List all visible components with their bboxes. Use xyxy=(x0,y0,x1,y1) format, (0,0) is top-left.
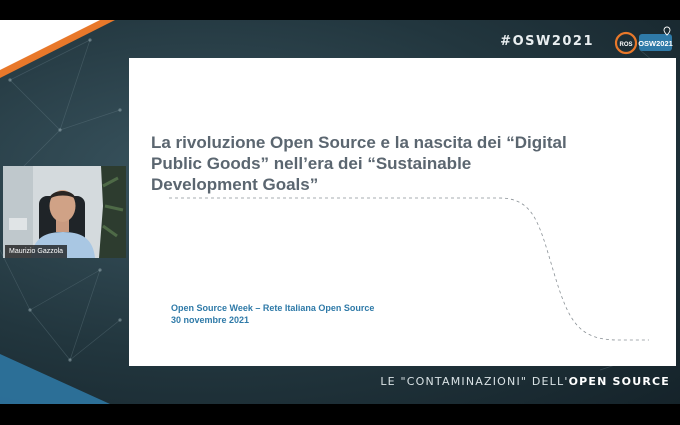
svg-text:OSW2021: OSW2021 xyxy=(638,39,673,48)
event-date: 30 novembre 2021 xyxy=(171,315,250,325)
location-pin-icon xyxy=(663,26,671,36)
svg-text:ROS: ROS xyxy=(619,42,632,48)
tagline-prefix: LE "CONTAMINAZIONI" DELL' xyxy=(380,375,569,388)
slide-footer: Open Source Week – Rete Italiana Open So… xyxy=(171,302,374,326)
stream-background: #OSW2021 ROS OSW2021 La rivoluzione Open… xyxy=(0,20,680,404)
blue-corner-accent xyxy=(0,354,110,404)
presentation-slide: La rivoluzione Open Source e la nascita … xyxy=(129,58,676,366)
tagline-strong: OPEN SOURCE xyxy=(568,375,670,388)
speaker-name-tag: Maurizio Gazzola xyxy=(5,245,68,258)
event-hashtag: #OSW2021 xyxy=(500,34,594,49)
event-tagline: LE "CONTAMINAZIONI" DELL'OPEN SOURCE xyxy=(380,375,670,388)
letterbox-top xyxy=(0,0,680,20)
letterbox-bottom xyxy=(0,404,680,425)
event-name: Open Source Week – Rete Italiana Open So… xyxy=(171,303,375,313)
orange-corner-accent xyxy=(0,20,115,78)
osw2021-logo: ROS OSW2021 xyxy=(614,26,673,55)
